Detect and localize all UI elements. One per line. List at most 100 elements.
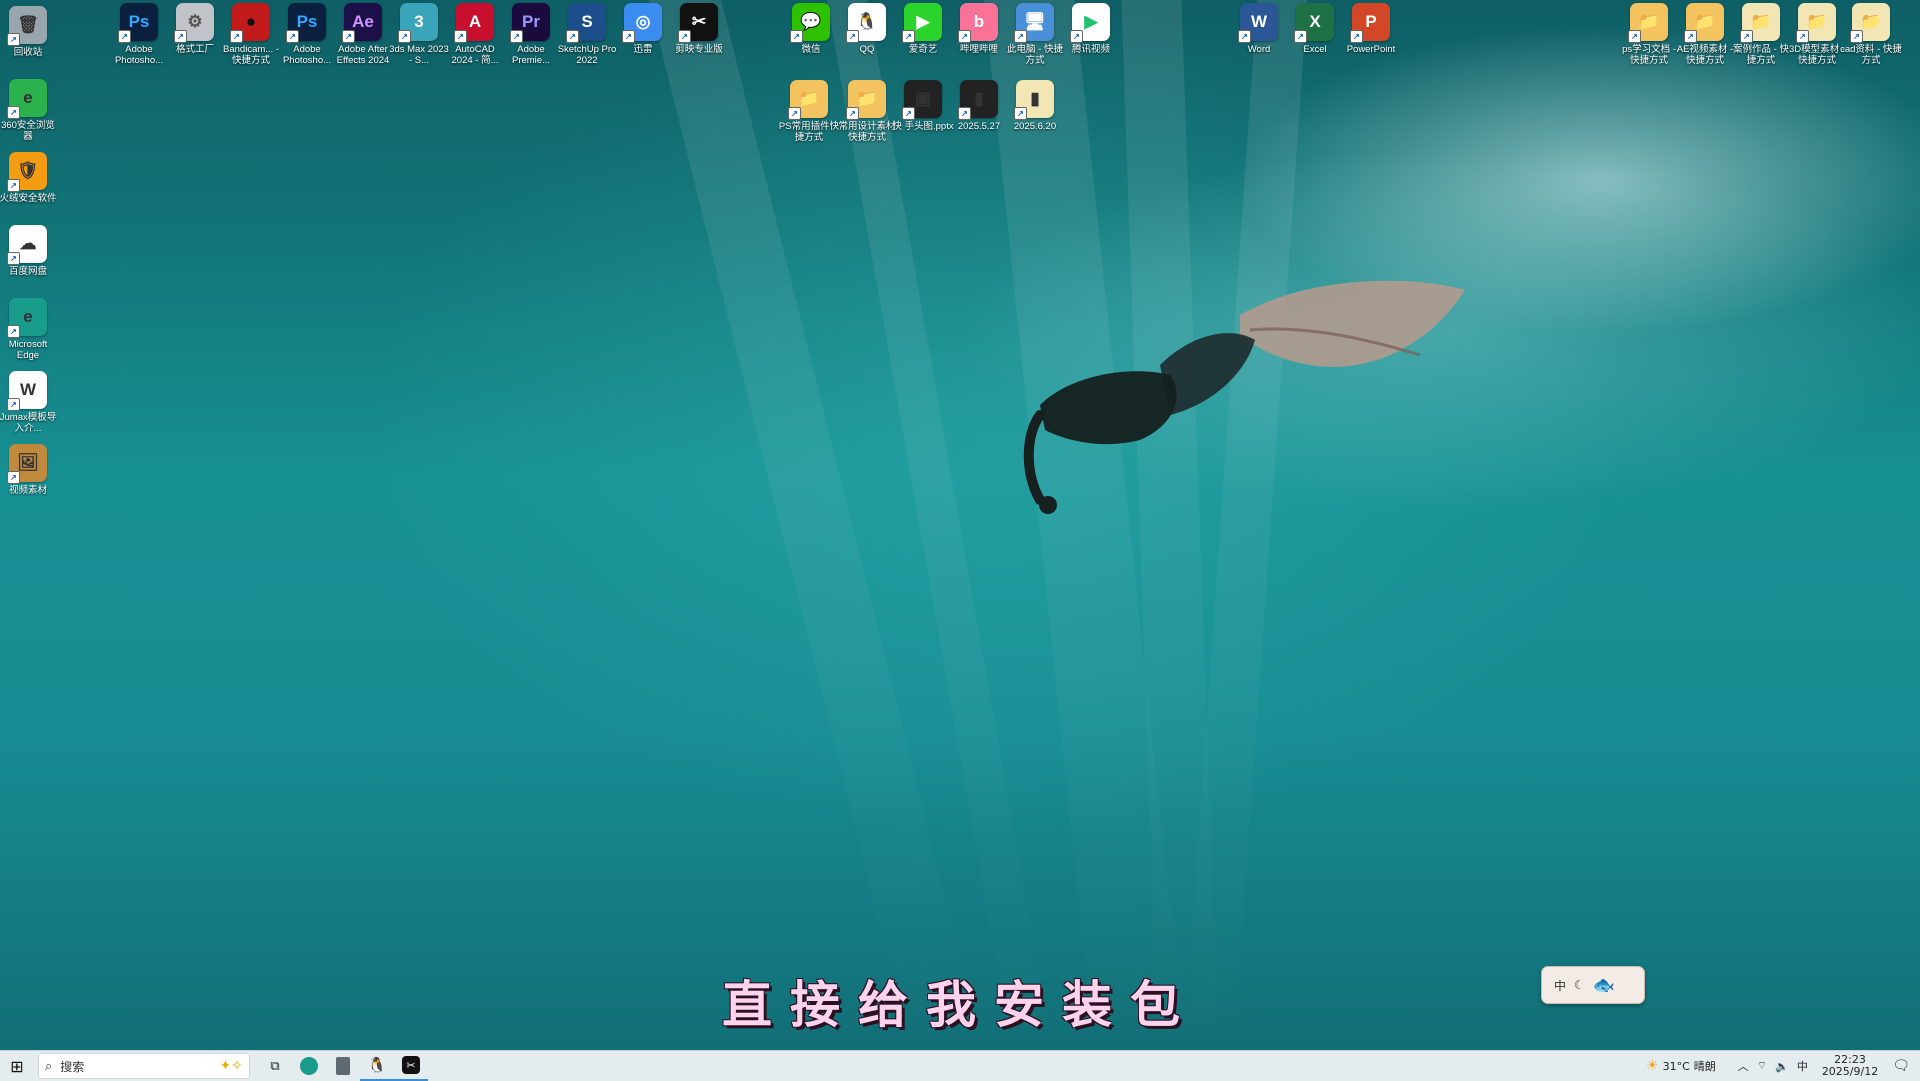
word-doc-shortcut[interactable]: W ↗ Jumax模板导入介... bbox=[0, 371, 59, 434]
folder-ps-shortcut[interactable]: 📁 ↗ PS常用插件快捷方式 bbox=[778, 80, 840, 143]
shortcut-arrow-icon: ↗ bbox=[958, 107, 971, 120]
start-button[interactable]: ⊞ bbox=[0, 1051, 34, 1081]
desktop-icon-label: 360安全浏览器 bbox=[1, 120, 55, 142]
folder-right1-shortcut[interactable]: 📁 ↗ ps学习文档 - 快捷方式 bbox=[1618, 3, 1680, 66]
baidu-netdisk-shortcut[interactable]: ☁ ↗ 百度网盘 bbox=[0, 225, 59, 277]
photoshop-shortcut[interactable]: Ps ↗ Adobe Photosho... bbox=[108, 3, 170, 66]
desktop-icon-label: 爱奇艺 bbox=[908, 44, 938, 55]
search-placeholder: 搜索 bbox=[60, 1059, 85, 1074]
premiere-icon: Pr ↗ bbox=[510, 3, 550, 43]
clock-date: 2025/9/12 bbox=[1821, 1065, 1879, 1078]
huorong-shortcut[interactable]: 🛡 ↗ 火绒安全软件 bbox=[0, 152, 59, 204]
app-blue-shortcut[interactable]: ◎ ↗ 迅雷 bbox=[612, 3, 674, 55]
network-icon[interactable]: ⌔ bbox=[1757, 1059, 1767, 1073]
autocad-shortcut[interactable]: A ↗ AutoCAD 2024 - 简... bbox=[444, 3, 506, 66]
folder-right4-shortcut[interactable]: 📁 ↗ 3D模型素材 - 快捷方式 bbox=[1786, 3, 1848, 66]
taskbar-qq-button[interactable]: 🐧 bbox=[360, 1051, 394, 1081]
pptx-shortcut[interactable]: ▣ ↗ 快 手头图.pptx bbox=[892, 80, 954, 132]
shortcut-arrow-icon: ↗ bbox=[7, 179, 20, 192]
volume-icon[interactable]: 🔈 bbox=[1775, 1060, 1789, 1073]
folder-icon: 🖼 ↗ bbox=[7, 444, 47, 484]
desktop-icon-label: Word bbox=[1247, 44, 1271, 55]
calculator-icon bbox=[336, 1057, 350, 1075]
wechat-shortcut[interactable]: 💬 ↗ 微信 bbox=[780, 3, 842, 55]
zip-icon: ▮ ↗ bbox=[958, 80, 998, 120]
ime-toolbar[interactable]: 中 ☾ 🐟 bbox=[1541, 966, 1645, 1004]
desktop-icon-label: Adobe Premie... bbox=[511, 44, 550, 66]
computer-shortcut[interactable]: 🖥 ↗ 此电脑 - 快捷方式 bbox=[1004, 3, 1066, 66]
excel-shortcut[interactable]: X ↗ Excel bbox=[1284, 3, 1346, 55]
weather-sun-icon: ☀ bbox=[1646, 1058, 1659, 1074]
3dsmax-shortcut[interactable]: 3 ↗ 3ds Max 2023 - S... bbox=[388, 3, 450, 66]
notification-icon[interactable]: 🗨 bbox=[1892, 1058, 1910, 1074]
edge-taskbar-icon bbox=[300, 1057, 318, 1075]
after-effects-shortcut[interactable]: Ae ↗ Adobe After Effects 2024 bbox=[332, 3, 394, 66]
ime-tray-icon[interactable]: 中 bbox=[1797, 1058, 1808, 1074]
folder-right5-icon: 📁 ↗ bbox=[1850, 3, 1890, 43]
shortcut-arrow-icon: ↗ bbox=[342, 30, 355, 43]
folder-design-shortcut[interactable]: 📁 ↗ 常用设计素材快捷方式 bbox=[836, 80, 898, 143]
folder-design-icon: 📁 ↗ bbox=[846, 80, 886, 120]
shortcut-arrow-icon: ↗ bbox=[566, 30, 579, 43]
folder-right2-shortcut[interactable]: 📁 ↗ AE视频素材 - 快捷方式 bbox=[1674, 3, 1736, 66]
weather-temperature: 31°C bbox=[1662, 1059, 1690, 1073]
shortcut-arrow-icon: ↗ bbox=[1014, 30, 1027, 43]
clock[interactable]: 22:23 2025/9/12 bbox=[1822, 1054, 1878, 1078]
photoshop2-shortcut[interactable]: Ps ↗ Adobe Photosho... bbox=[276, 3, 338, 66]
3dsmax-icon: 3 ↗ bbox=[398, 3, 438, 43]
capcut-shortcut[interactable]: ✂ ↗ 剪映专业版 bbox=[668, 3, 730, 55]
qq-taskbar-icon: 🐧 bbox=[367, 1056, 387, 1074]
folder-shortcut[interactable]: 🖼 ↗ 视频素材 bbox=[0, 444, 59, 496]
premiere-shortcut[interactable]: Pr ↗ Adobe Premie... bbox=[500, 3, 562, 66]
folder-zip-shortcut[interactable]: ▮ ↗ 2025.6.20 bbox=[1004, 80, 1066, 132]
powerpoint-shortcut[interactable]: P ↗ PowerPoint bbox=[1340, 3, 1402, 55]
taskbar-edge-button[interactable] bbox=[292, 1051, 326, 1081]
ime-mode-icon[interactable]: ☾ bbox=[1574, 978, 1585, 992]
desktop-icon-label: 2025.5.27 bbox=[957, 121, 1001, 132]
bandicam-shortcut[interactable]: ● ↗ Bandicam... - 快捷方式 bbox=[220, 3, 282, 66]
word-shortcut[interactable]: W ↗ Word bbox=[1228, 3, 1290, 55]
folder-right3-icon: 📁 ↗ bbox=[1740, 3, 1780, 43]
shortcut-arrow-icon: ↗ bbox=[1684, 30, 1697, 43]
zip-shortcut[interactable]: ▮ ↗ 2025.5.27 bbox=[948, 80, 1010, 132]
shortcut-arrow-icon: ↗ bbox=[230, 30, 243, 43]
search-icon: ⌕ bbox=[45, 1058, 53, 1074]
desktop-icon-label: 此电脑 - 快捷方式 bbox=[1007, 44, 1063, 66]
task-view-button[interactable]: ⧉ bbox=[258, 1051, 292, 1081]
desktop-icon-label: 2025.6.20 bbox=[1013, 121, 1057, 132]
taskbar-capcut-button[interactable]: ✂ bbox=[394, 1051, 428, 1081]
desktop-icon-label: SketchUp Pro 2022 bbox=[557, 44, 617, 66]
iqiyi-shortcut[interactable]: ▶ ↗ 爱奇艺 bbox=[892, 3, 954, 55]
show-hidden-icons-chevron-icon[interactable]: ︿ bbox=[1738, 1058, 1749, 1074]
desktop-icon-label: PS常用插件快捷方式 bbox=[778, 121, 840, 143]
bandicam-icon: ● ↗ bbox=[230, 3, 270, 43]
browser-360-shortcut[interactable]: e ↗ 360安全浏览器 bbox=[0, 79, 59, 142]
task-view-icon: ⧉ bbox=[270, 1058, 280, 1074]
edge-shortcut[interactable]: e ↗ Microsoft Edge bbox=[0, 298, 59, 361]
recycle-bin-shortcut[interactable]: 🗑 ↗ 回收站 bbox=[0, 6, 59, 58]
qq-icon: 🐧 ↗ bbox=[846, 3, 886, 43]
sketchup-shortcut[interactable]: S ↗ SketchUp Pro 2022 bbox=[556, 3, 618, 66]
diver-figure bbox=[1023, 280, 1465, 514]
weather-widget[interactable]: ☀ 31°C 晴朗 bbox=[1646, 1058, 1716, 1074]
desktop-icon-label: Bandicam... - 快捷方式 bbox=[223, 44, 279, 66]
desktop-icon-label: 哔哩哔哩 bbox=[959, 44, 998, 55]
ime-language-indicator[interactable]: 中 bbox=[1554, 977, 1566, 994]
desktop-icon-label: 3ds Max 2023 - S... bbox=[389, 44, 449, 66]
shortcut-arrow-icon: ↗ bbox=[1014, 107, 1027, 120]
edge-icon: e ↗ bbox=[7, 298, 47, 338]
folder-right3-shortcut[interactable]: 📁 ↗ 案例作品 - 快捷方式 bbox=[1730, 3, 1792, 66]
shortcut-arrow-icon: ↗ bbox=[454, 30, 467, 43]
iqiyi-icon: ▶ ↗ bbox=[902, 3, 942, 43]
shortcut-arrow-icon: ↗ bbox=[846, 107, 859, 120]
folder-zip-icon: ▮ ↗ bbox=[1014, 80, 1054, 120]
bilibili-shortcut[interactable]: b ↗ 哔哩哔哩 bbox=[948, 3, 1010, 55]
folder-right5-shortcut[interactable]: 📁 ↗ cad资料 - 快捷方式 bbox=[1840, 3, 1902, 66]
shortcut-arrow-icon: ↗ bbox=[398, 30, 411, 43]
tencent-video-shortcut[interactable]: ▶ ↗ 腾讯视频 bbox=[1060, 3, 1122, 55]
taskbar-calculator-button[interactable] bbox=[326, 1051, 360, 1081]
qq-shortcut[interactable]: 🐧 ↗ QQ bbox=[836, 3, 898, 55]
taskbar-search-box[interactable]: ⌕ 搜索 ✦✧ bbox=[38, 1053, 250, 1079]
format-factory-shortcut[interactable]: ⚙ ↗ 格式工厂 bbox=[164, 3, 226, 55]
desktop-wallpaper: 🗑 ↗ 回收站 e ↗ 360安全浏览器 🛡 ↗ 火绒安全软件 ☁ ↗ 百度网盘 e ↗ Microsoft… bbox=[0, 0, 1920, 1050]
